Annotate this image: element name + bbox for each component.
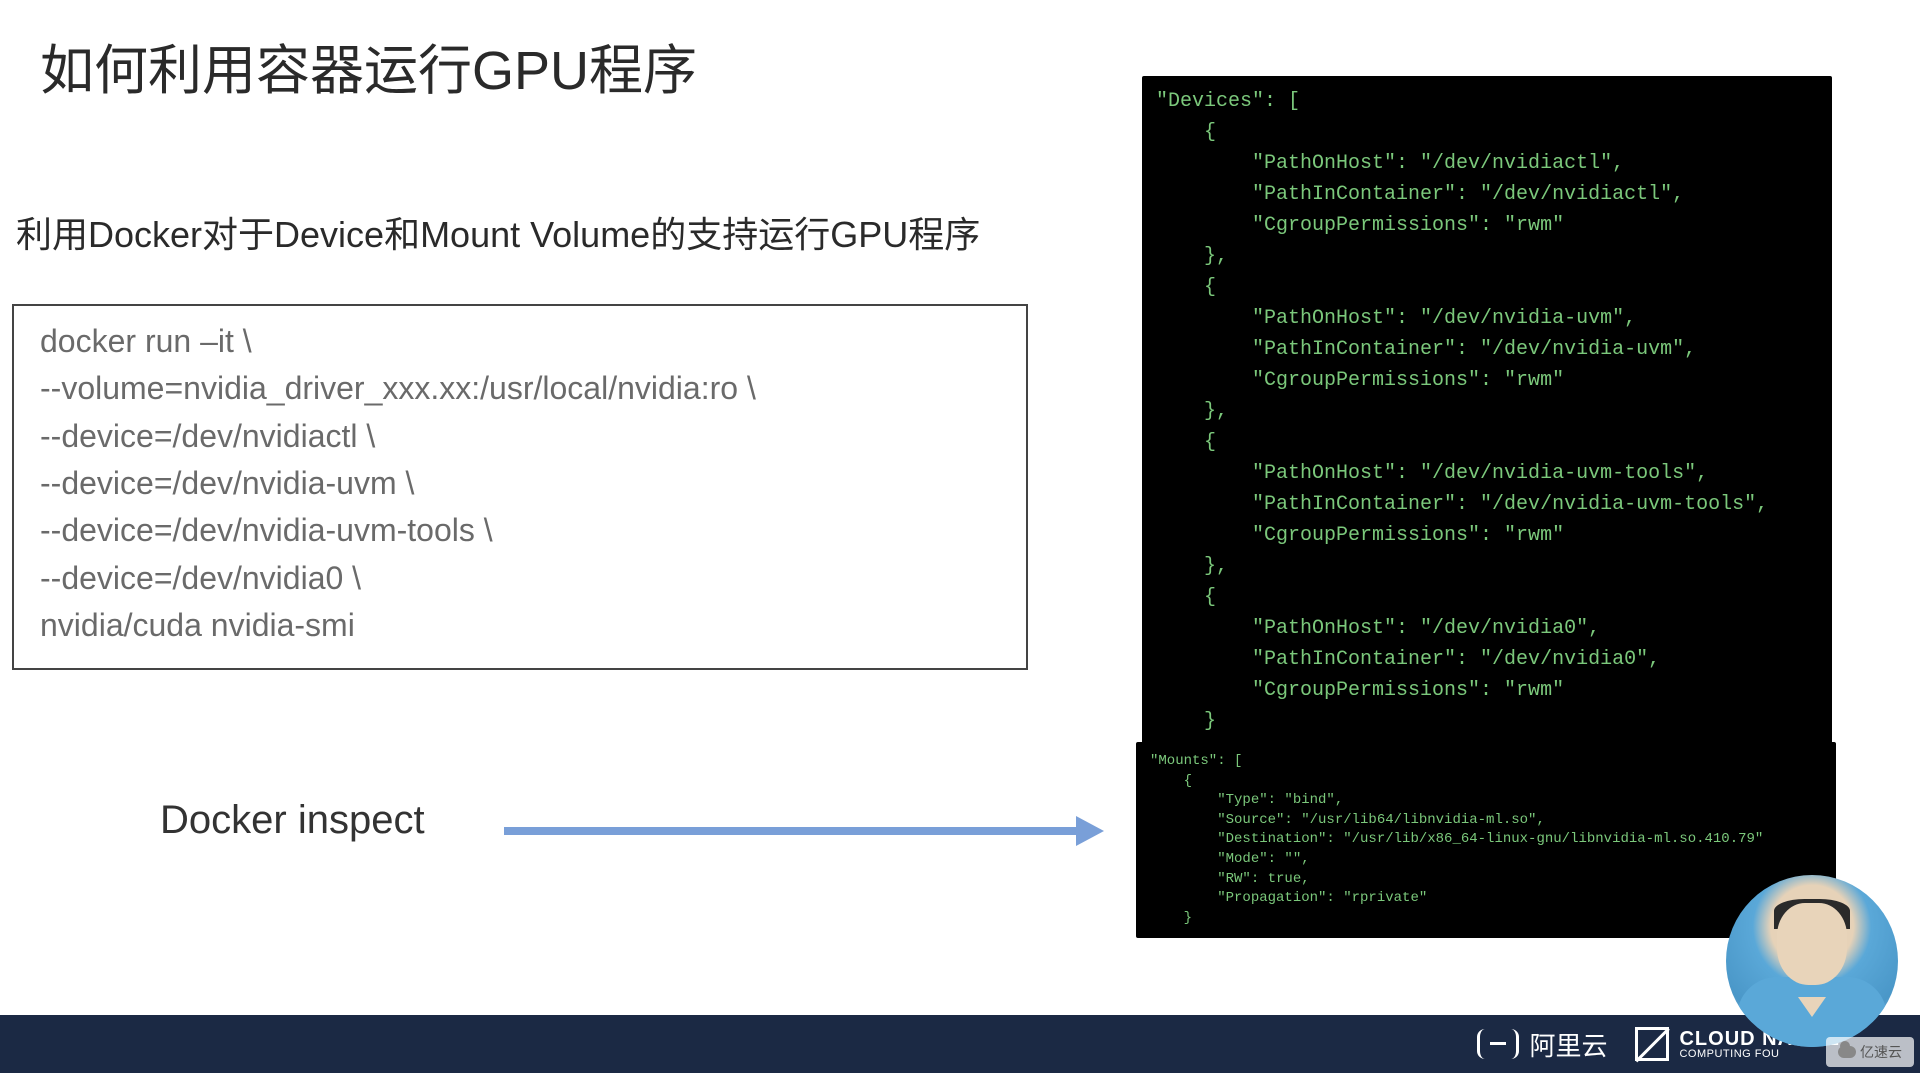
watermark-badge: 亿速云 [1826,1037,1914,1067]
docker-inspect-label: Docker inspect [160,798,425,843]
code-line: docker run –it \ [40,318,1000,365]
docker-run-code: docker run –it \ --volume=nvidia_driver_… [12,304,1028,670]
aliyun-text: 阿里云 [1529,1026,1607,1063]
footer-bar: 阿里云 CLOUD NATIVE COMPUTING FOU [0,1015,1920,1073]
cloud-icon [1838,1046,1856,1058]
code-line: --device=/dev/nvidia-uvm-tools \ [40,507,1000,554]
speaker-avatar [1726,875,1898,1047]
devices-json-output: "Devices": [ { "PathOnHost": "/dev/nvidi… [1142,76,1832,778]
slide-title: 如何利用容器运行GPU程序 [40,26,697,105]
code-line: --device=/dev/nvidiactl \ [40,413,1000,460]
watermark-text: 亿速云 [1860,1042,1902,1062]
aliyun-brand: 阿里云 [1477,1026,1607,1063]
cncf-logo-icon [1635,1027,1669,1061]
code-line: --device=/dev/nvidia-uvm \ [40,460,1000,507]
slide: 如何利用容器运行GPU程序 利用Docker对于Device和Mount Vol… [0,0,1920,1073]
mounts-json-output: "Mounts": [ { "Type": "bind", "Source": … [1136,742,1836,938]
code-line: --volume=nvidia_driver_xxx.xx:/usr/local… [40,365,1000,412]
slide-subtitle: 利用Docker对于Device和Mount Volume的支持运行GPU程序 [16,206,980,258]
cncf-subtitle: COMPUTING FOU [1679,1049,1840,1060]
code-line: --device=/dev/nvidia0 \ [40,555,1000,602]
code-line: nvidia/cuda nvidia-smi [40,602,1000,649]
arrow-icon [504,822,1104,840]
aliyun-logo-icon [1477,1029,1519,1059]
